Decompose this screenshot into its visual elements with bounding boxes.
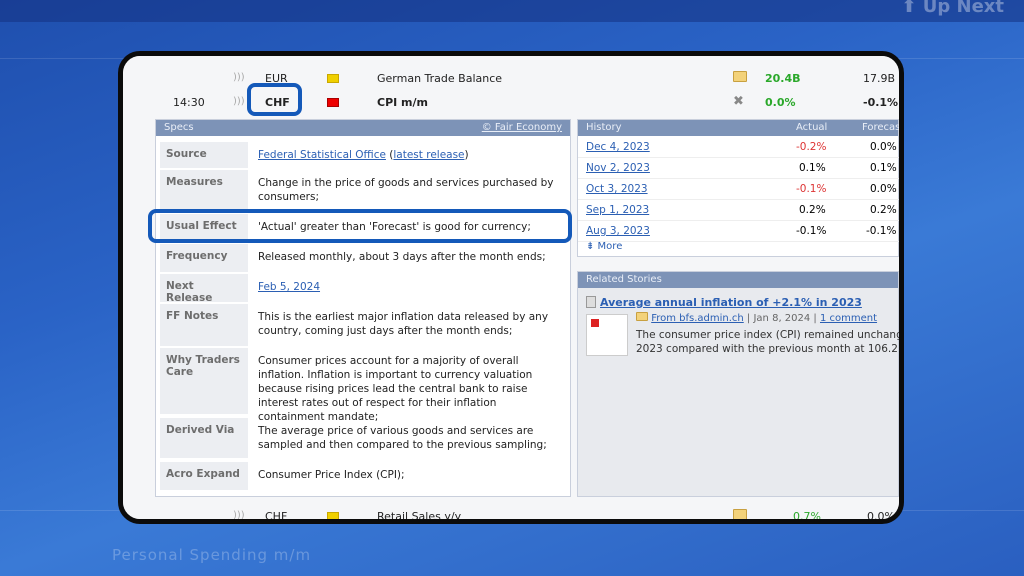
history-actual: -0.2% [796,141,827,153]
history-actual: 0.1% [799,162,826,174]
stories-title: Related Stories [586,274,662,285]
story-source-link[interactable]: From bfs.admin.ch [651,313,744,324]
spec-label: Measures [160,170,248,212]
story-snippet-line: The consumer price index (CPI) remained … [636,329,904,341]
up-next-label: ⬆ Up Next [901,0,1004,17]
history-forecast: 0.1% [870,162,897,174]
story-thumbnail[interactable] [586,314,628,356]
actual-value: 0.7% [793,510,821,523]
history-col-forecast: Forecas [862,122,901,133]
highlight-usual-effect [148,209,572,243]
zoom-frame: ))) EUR German Trade Balance 20.4B 17.9B… [118,51,904,524]
history-date[interactable]: Sep 1, 2023 [586,204,649,216]
spec-row: Derived Via The average price of various… [156,418,570,458]
spec-row: FF Notes This is the earliest major infl… [156,304,570,346]
history-forecast: 0.2% [870,204,897,216]
folder-icon[interactable] [733,509,747,519]
spec-value: Feb 5, 2024 [248,274,570,302]
fair-economy-link[interactable]: © Fair Economy [482,122,562,133]
history-col-actual: Actual [796,122,828,133]
actual-value: 20.4B [765,72,801,85]
specs-header: Specs © Fair Economy [156,120,570,136]
spec-value: This is the earliest major inflation dat… [258,311,549,337]
calendar-panel: ))) EUR German Trade Balance 20.4B 17.9B… [123,56,899,519]
spec-value: Released monthly, about 3 days after the… [258,251,546,263]
spec-value: Consumer prices account for a majority o… [258,355,533,423]
story-date: Jan 8, 2024 [753,313,811,324]
story-meta: From bfs.admin.ch | Jan 8, 2024 | 1 comm… [636,312,877,324]
background-topbar [0,0,1024,22]
spec-row: Acro Expand Consumer Price Index (CPI); [156,462,570,490]
calendar-row[interactable]: ))) CHF Retail Sales y/y 0.7% 0.0% [147,504,899,523]
history-forecast: 0.0% [870,183,897,195]
spec-row: Frequency Released monthly, about 3 days… [156,244,570,272]
spec-label: FF Notes [160,304,248,346]
spec-label: Source [160,142,248,168]
actual-value: 0.0% [765,96,796,109]
history-date[interactable]: Aug 3, 2023 [586,225,650,237]
spec-value: Change in the price of goods and service… [258,177,554,203]
history-row[interactable]: Aug 3, 2023 -0.1% -0.1% [578,221,899,242]
event-time: 14:30 [173,96,205,109]
specs-title: Specs [164,122,194,133]
next-release-link[interactable]: Feb 5, 2024 [258,281,320,293]
history-date[interactable]: Dec 4, 2023 [586,141,650,153]
specs-panel: Specs © Fair Economy Source Federal Stat… [155,119,571,497]
event-name[interactable]: German Trade Balance [377,72,502,85]
history-row[interactable]: Nov 2, 2023 0.1% 0.1% [578,158,899,179]
story-snippet-line: 2023 compared with the previous month at… [636,343,904,355]
spec-row: Why Traders Care Consumer prices account… [156,348,570,423]
spec-row: Source Federal Statistical Office (lates… [156,142,570,168]
folder-icon [636,312,648,321]
history-actual: -0.1% [796,225,827,237]
forecast-value: -0.1% [863,96,899,109]
forecast-value: 17.9B [863,72,896,85]
event-name[interactable]: CPI m/m [377,96,428,109]
history-actual: -0.1% [796,183,827,195]
sound-icon[interactable]: ))) [233,96,245,107]
history-forecast: -0.1% [866,225,897,237]
history-row[interactable]: Sep 1, 2023 0.2% 0.2% [578,200,899,221]
latest-release-link[interactable]: latest release [393,149,464,161]
history-row[interactable]: Oct 3, 2023 -0.1% 0.0% [578,179,899,200]
related-stories-panel: Related Stories Average annual inflation… [577,271,899,497]
close-icon[interactable]: ✖ [733,94,744,109]
history-panel: History Actual Forecas Dec 4, 2023 -0.2%… [577,119,899,257]
spec-value: Consumer Price Index (CPI); [258,469,405,481]
history-forecast: 0.0% [870,141,897,153]
comments-link[interactable]: 1 comment [820,313,877,324]
story-snippet: The consumer price index (CPI) remained … [636,328,904,356]
story-title-link[interactable]: Average annual inflation of +2.1% in 202… [600,296,862,309]
history-date[interactable]: Nov 2, 2023 [586,162,650,174]
history-title: History [586,122,622,133]
sound-icon[interactable]: ))) [233,510,245,519]
history-row[interactable]: Dec 4, 2023 -0.2% 0.0% [578,137,899,158]
spec-row: Next Release Feb 5, 2024 [156,274,570,304]
spec-value: The average price of various goods and s… [258,425,547,451]
spec-label: Frequency [160,244,248,272]
spec-label: Acro Expand [160,462,248,490]
event-name[interactable]: Retail Sales y/y [377,510,461,519]
impact-yellow-icon [327,511,339,519]
history-actual: 0.2% [799,204,826,216]
spec-value: Federal Statistical Office (latest relea… [258,149,469,161]
spec-label: Derived Via [160,418,248,458]
document-icon [586,296,596,308]
spec-label: Why Traders Care [160,348,248,414]
history-header: History Actual Forecas [578,120,901,136]
impact-yellow-icon [327,73,339,86]
folder-icon[interactable] [733,71,747,85]
more-link[interactable]: ⇟ More [586,241,622,252]
forecast-value: 0.0% [867,510,895,523]
impact-red-icon [327,97,339,110]
history-date[interactable]: Oct 3, 2023 [586,183,648,195]
background-event-label: Personal Spending m/m [112,546,312,564]
sound-icon[interactable]: ))) [233,72,245,83]
highlight-currency [247,83,302,116]
spec-row: Measures Change in the price of goods an… [156,170,570,212]
currency: CHF [265,510,288,523]
stories-header: Related Stories [578,272,898,288]
spec-label: Next Release [160,274,248,304]
source-link[interactable]: Federal Statistical Office [258,149,386,161]
